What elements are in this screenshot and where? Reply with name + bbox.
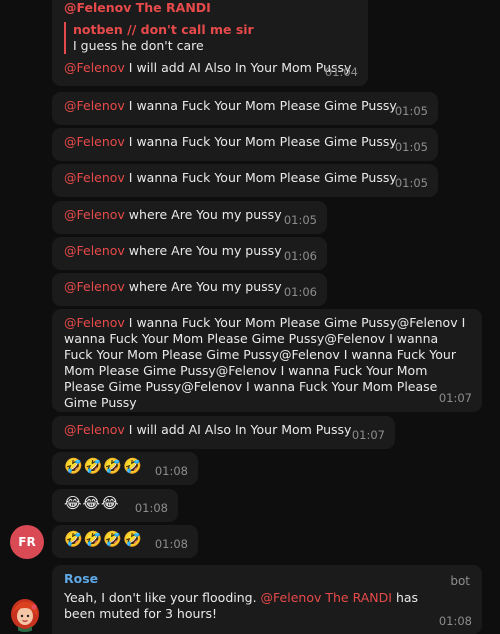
reply-author: notben // don't call me sir xyxy=(73,22,254,37)
message-bubble[interactable]: @Felenov where Are You my pussy 01:06 xyxy=(52,237,327,270)
message-text: Yeah, I don't like your flooding. @Felen… xyxy=(64,590,472,622)
avatar[interactable]: FR xyxy=(10,525,44,559)
message-text: @Felenov where Are You my pussy xyxy=(64,279,282,294)
message-text: @Felenov I will add AI Also In Your Mom … xyxy=(64,422,351,437)
message-bubble[interactable]: @Felenov I wanna Fuck Your Mom Please Gi… xyxy=(52,92,438,125)
message-body: I wanna Fuck Your Mom Please Gime Pussy@… xyxy=(64,315,466,410)
mention-link[interactable]: @Felenov xyxy=(64,98,125,113)
message-body: where Are You my pussy xyxy=(124,279,282,294)
message-text: @Felenov I wanna Fuck Your Mom Please Gi… xyxy=(64,98,397,113)
message-text: @Felenov I will add AI Also In Your Mom … xyxy=(64,60,358,76)
message-time: 01:06 xyxy=(283,249,317,263)
message-time: 01:06 xyxy=(283,285,317,299)
message-time: 01:08 xyxy=(154,537,188,551)
bot-badge: bot xyxy=(450,574,470,588)
message-time: 01:04 xyxy=(324,65,358,79)
mention-link[interactable]: @Felenov xyxy=(64,60,125,75)
message-bubble[interactable]: @Felenov I will add AI Also In Your Mom … xyxy=(52,416,395,449)
mention-link[interactable]: @Felenov xyxy=(64,207,125,222)
message-bubble[interactable]: @Felenov I wanna Fuck Your Mom Please Gi… xyxy=(52,309,482,412)
message-text: @Felenov where Are You my pussy xyxy=(64,207,282,222)
message-body: I wanna Fuck Your Mom Please Gime Pussy xyxy=(124,134,397,149)
message-body: I will add AI Also In Your Mom Pussy xyxy=(124,422,352,437)
message-bubble[interactable]: Rose bot Yeah, I don't like your floodin… xyxy=(52,565,482,634)
reply-quote[interactable]: notben // don't call me sir I guess he d… xyxy=(64,22,358,54)
emoji-text: 🤣🤣🤣🤣 xyxy=(64,530,143,548)
rose-avatar-icon xyxy=(8,598,42,632)
message-time: 01:08 xyxy=(154,464,188,478)
avatar-initials: FR xyxy=(18,535,36,549)
sender-name[interactable]: Rose xyxy=(64,571,472,587)
message-text: @Felenov I wanna Fuck Your Mom Please Gi… xyxy=(64,134,397,149)
message-body: I will add AI Also In Your Mom Pussy xyxy=(124,60,352,75)
message-bubble[interactable]: @Felenov where Are You my pussy 01:05 xyxy=(52,201,327,234)
message-body: where Are You my pussy xyxy=(124,207,282,222)
message-bubble[interactable]: 😂😂😂 01:08 xyxy=(52,489,178,522)
mention-link[interactable]: @Felenov xyxy=(64,134,125,149)
sender-name[interactable]: @Felenov The RANDI xyxy=(64,0,358,16)
message-time: 01:05 xyxy=(394,104,428,118)
message-time: 01:07 xyxy=(351,428,385,442)
reply-text: I guess he don't care xyxy=(73,38,204,53)
message-time: 01:08 xyxy=(134,501,168,515)
message-text: @Felenov I wanna Fuck Your Mom Please Gi… xyxy=(64,315,468,411)
mention-link[interactable]: @Felenov xyxy=(64,315,125,330)
message-time: 01:05 xyxy=(283,213,317,227)
message-body: I wanna Fuck Your Mom Please Gime Pussy xyxy=(124,98,397,113)
message-text: @Felenov where Are You my pussy xyxy=(64,243,282,258)
message-time: 01:07 xyxy=(438,391,472,405)
message-bubble[interactable]: @Felenov The RANDI notben // don't call … xyxy=(52,0,368,86)
mention-link[interactable]: @Felenov xyxy=(64,243,125,258)
emoji-text: 😂😂😂 xyxy=(64,494,120,512)
mention-link[interactable]: @Felenov xyxy=(64,279,125,294)
mention-link[interactable]: @Felenov xyxy=(64,170,125,185)
message-time: 01:08 xyxy=(438,614,472,628)
mention-link[interactable]: @Felenov xyxy=(64,422,125,437)
message-bubble[interactable]: @Felenov I wanna Fuck Your Mom Please Gi… xyxy=(52,128,438,161)
message-bubble[interactable]: 🤣🤣🤣🤣 01:08 xyxy=(52,452,198,485)
message-body: where Are You my pussy xyxy=(124,243,282,258)
message-bubble[interactable]: @Felenov where Are You my pussy 01:06 xyxy=(52,273,327,306)
mention-link[interactable]: @Felenov The RANDI xyxy=(261,590,392,605)
message-time: 01:05 xyxy=(394,176,428,190)
message-body: Yeah, I don't like your flooding. xyxy=(64,590,261,605)
message-time: 01:05 xyxy=(394,140,428,154)
message-bubble[interactable]: @Felenov I wanna Fuck Your Mom Please Gi… xyxy=(52,164,438,197)
emoji-text: 🤣🤣🤣🤣 xyxy=(64,457,143,475)
message-body: I wanna Fuck Your Mom Please Gime Pussy xyxy=(124,170,397,185)
message-bubble[interactable]: 🤣🤣🤣🤣 01:08 xyxy=(52,525,198,558)
message-text: @Felenov I wanna Fuck Your Mom Please Gi… xyxy=(64,170,397,185)
avatar[interactable] xyxy=(8,598,42,632)
